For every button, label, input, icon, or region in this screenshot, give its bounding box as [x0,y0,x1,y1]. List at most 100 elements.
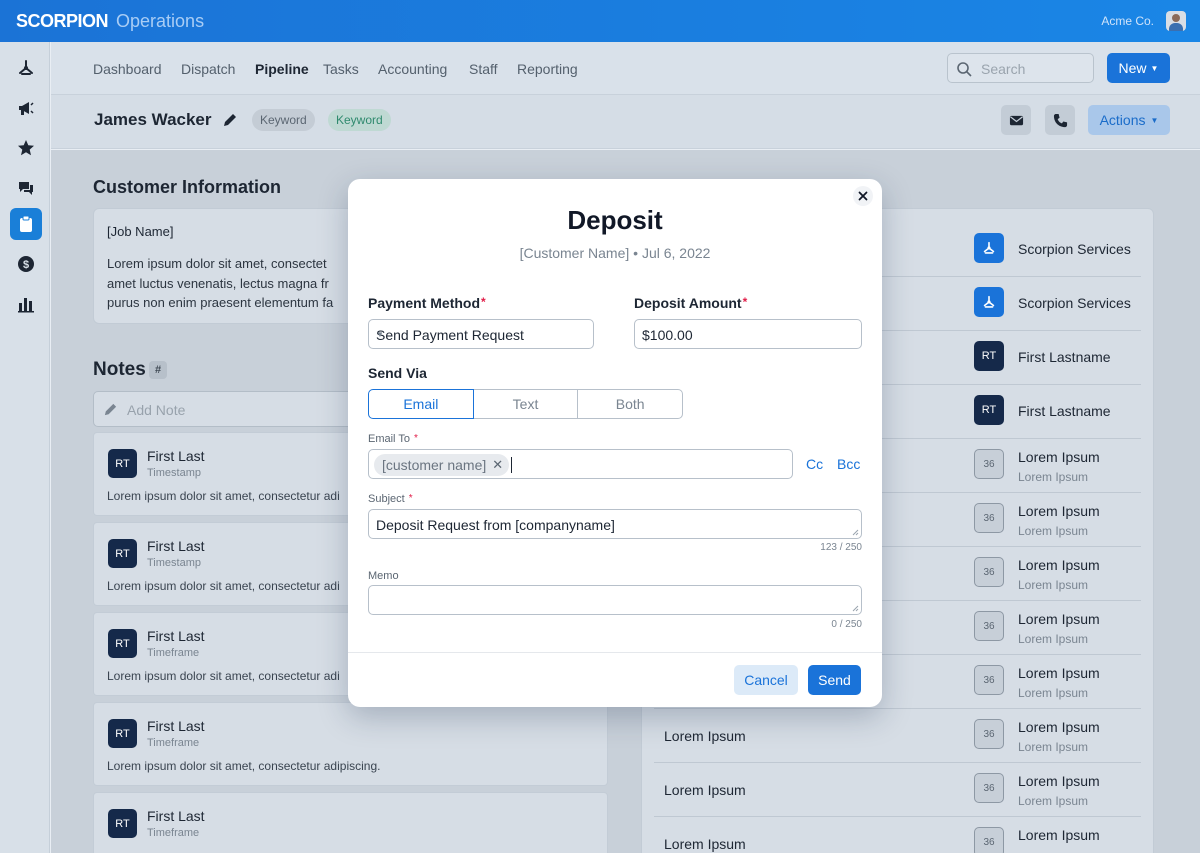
main-nav: Dashboard Dispatch Pipeline Tasks Accoun… [51,42,1200,95]
remove-token-icon[interactable]: ✕ [492,457,503,473]
modal-title: Deposit [567,205,663,235]
note-timestamp: Timeframe [147,647,200,659]
left-rail: $ [0,42,50,853]
note-item[interactable]: RT First Last Timeframe [93,792,608,853]
brand-subtitle: Operations [116,10,205,31]
list-item-subtitle: Lorem Ipsum [1018,740,1089,754]
email-to-field[interactable]: [customer name] ✕ [368,449,793,479]
list-item-left-label: Lorem Ipsum [664,782,746,798]
megaphone-icon[interactable] [10,92,42,124]
count-badge: 36 [974,773,1004,803]
add-note-placeholder: Add Note [127,402,186,418]
keyword-chip[interactable]: Keyword [252,109,315,131]
mail-icon [1009,115,1023,125]
recipient-token[interactable]: [customer name] ✕ [374,454,510,476]
search-icon [957,62,972,77]
nav-dashboard[interactable]: Dashboard [93,61,162,77]
note-author: First Last [147,808,205,824]
nav-tasks[interactable]: Tasks [323,61,359,77]
list-item[interactable]: Lorem Ipsum 36 Lorem Ipsum Lorem Ipsum [654,709,1141,763]
company-name[interactable]: Acme Co. [1101,14,1154,28]
brand-logo[interactable]: SCORPION [16,11,109,32]
list-item[interactable]: Lorem Ipsum 36 Lorem Ipsum Lorem Ipsum [654,763,1141,817]
nav-pipeline[interactable]: Pipeline [255,61,309,77]
close-button[interactable] [853,186,873,206]
send-button[interactable]: Send [808,665,861,695]
note-author: First Last [147,538,205,554]
memo-field[interactable] [368,585,862,615]
list-item-title: Lorem Ipsum [1018,557,1100,573]
clipboard-icon[interactable] [10,208,42,240]
send-via-text[interactable]: Text [472,389,579,419]
avatar: RT [108,449,137,478]
avatar: RT [108,809,137,838]
nav-accounting[interactable]: Accounting [378,61,447,77]
scorpion-logo-icon[interactable] [10,52,42,84]
customer-info-title: Customer Information [93,177,282,197]
avatar: RT [974,341,1004,371]
new-button[interactable]: New ▼ [1107,53,1170,83]
nav-reporting[interactable]: Reporting [517,61,578,77]
count-badge: 36 [974,611,1004,641]
list-item-title: Lorem Ipsum [1018,719,1100,735]
notes-hash-badge[interactable]: # [149,361,167,379]
subject-field[interactable]: Deposit Request from [companyname] [368,509,862,539]
phone-icon [1053,113,1067,127]
memo-counter: 0 / 250 [831,619,862,630]
cancel-button[interactable]: Cancel [734,665,798,695]
deposit-amount-label: Deposit Amount* [634,295,748,311]
modal-subtitle: [Customer Name] • Jul 6, 2022 [519,245,711,261]
pencil-icon [104,403,117,416]
note-item[interactable]: RT First Last Timeframe Lorem ipsum dolo… [93,702,608,786]
nav-staff[interactable]: Staff [469,61,498,77]
subject-value: Deposit Request from [companyname] [376,517,615,533]
send-via-both[interactable]: Both [577,389,684,419]
keyword-chip[interactable]: Keyword [328,109,391,131]
list-item[interactable]: Lorem Ipsum 36 Lorem Ipsum [654,817,1141,853]
scorpion-logo-icon [974,233,1004,263]
list-item-subtitle: Lorem Ipsum [1018,686,1089,700]
email-to-label: Email To * [368,433,418,445]
customer-description: Lorem ipsum dolor sit amet, consectet am… [107,256,334,310]
resize-grip-icon[interactable] [852,605,859,612]
send-via-email[interactable]: Email [368,389,474,419]
list-item-title: Lorem Ipsum [1018,611,1100,627]
subject-counter: 123 / 250 [820,542,862,553]
add-note-input[interactable]: Add Note [93,391,383,427]
count-badge: 36 [974,827,1004,853]
note-author: First Last [147,628,205,644]
list-item-title: Lorem Ipsum [1018,665,1100,681]
nav-dispatch[interactable]: Dispatch [181,61,235,77]
note-timestamp: Timeframe [147,827,200,839]
count-badge: 36 [974,557,1004,587]
bar-chart-icon[interactable] [10,288,42,320]
call-button[interactable] [1045,105,1075,135]
list-item-title: Lorem Ipsum [1018,773,1100,789]
star-icon[interactable] [10,132,42,164]
email-button[interactable] [1001,105,1031,135]
svg-text:$: $ [23,259,29,271]
payment-method-select[interactable]: Send Payment Request ▼ [368,319,594,349]
list-item-title: Lorem Ipsum [1018,449,1100,465]
deposit-amount-input[interactable]: $100.00 [634,319,862,349]
resize-grip-icon[interactable] [852,529,859,536]
chat-icon[interactable] [10,172,42,204]
record-header: James Wacker Keyword Keyword Actions ▼ [51,95,1200,149]
cc-link[interactable]: Cc [806,456,823,472]
search-input[interactable]: Search [947,53,1094,83]
avatar: RT [974,395,1004,425]
actions-dropdown[interactable]: Actions ▼ [1088,105,1170,135]
note-timestamp: Timeframe [147,737,200,749]
top-bar: SCORPION Operations Acme Co. [0,0,1200,42]
send-via-label: Send Via [368,365,427,381]
note-author: First Last [147,448,205,464]
dollar-icon[interactable]: $ [10,248,42,280]
bcc-link[interactable]: Bcc [837,456,860,472]
note-author: First Last [147,718,205,734]
list-item-left-label: Lorem Ipsum [664,728,746,744]
deposit-amount-value: $100.00 [642,327,693,343]
modal-divider [348,652,882,653]
list-item-subtitle: Lorem Ipsum [1018,578,1089,592]
pencil-icon[interactable] [221,111,239,129]
user-avatar[interactable] [1166,11,1186,31]
